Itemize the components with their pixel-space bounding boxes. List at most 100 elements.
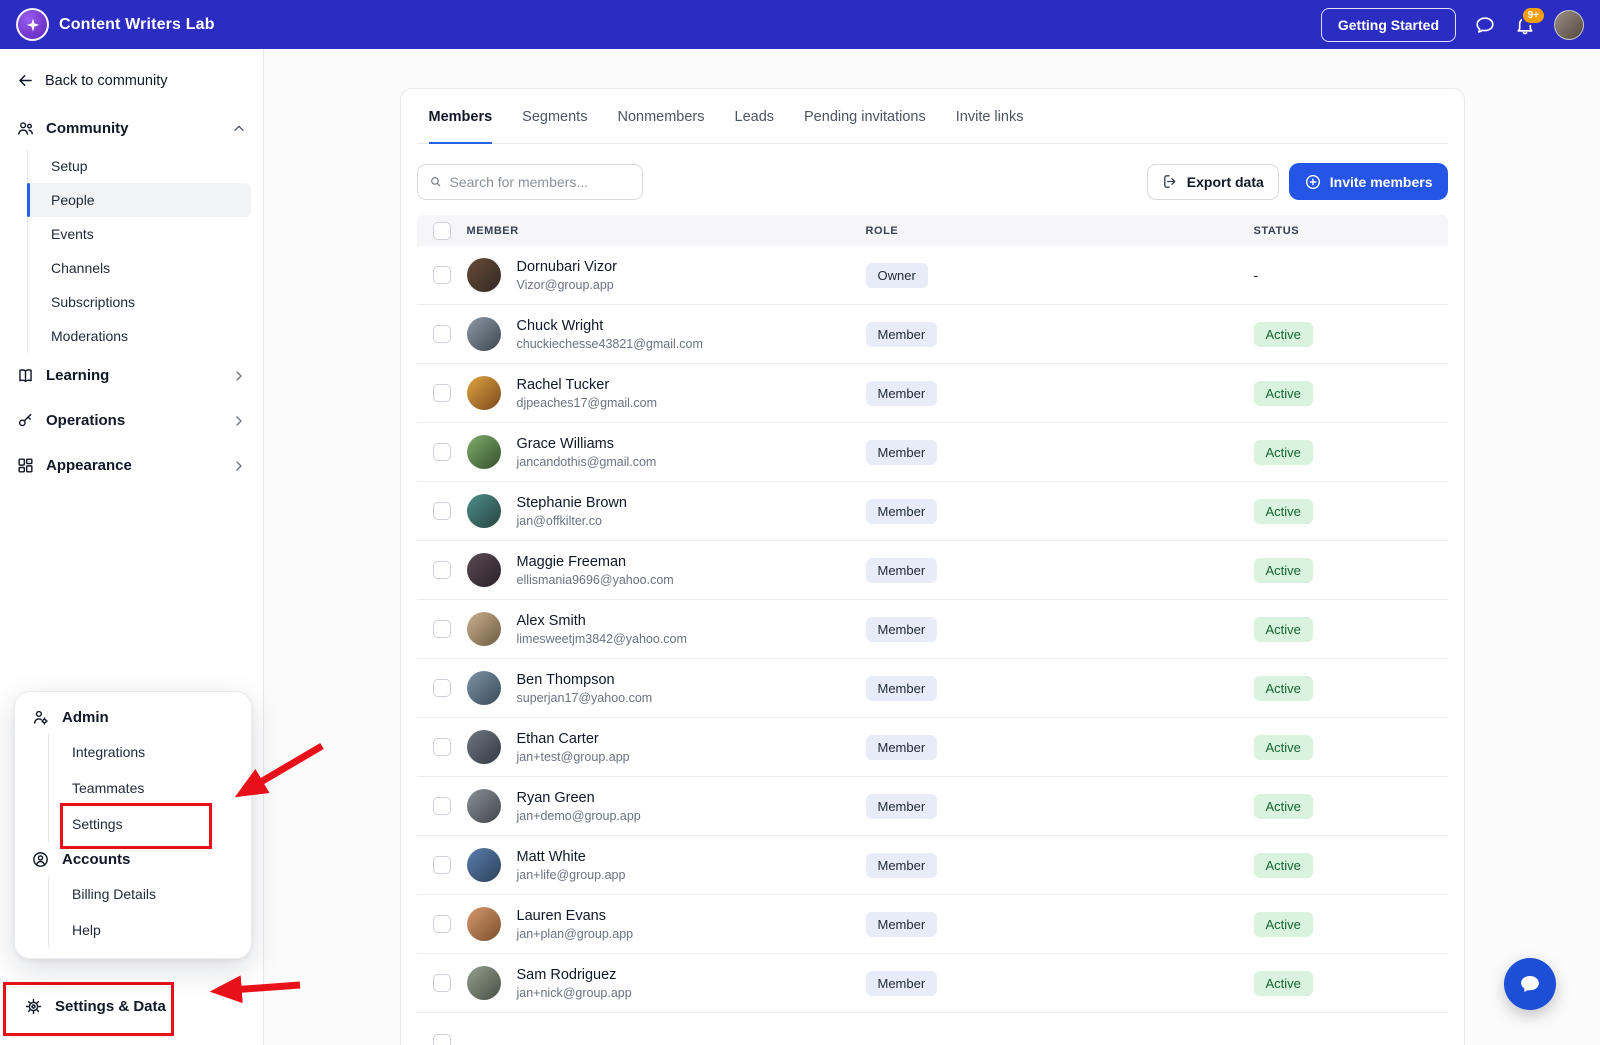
status-badge: Active bbox=[1253, 498, 1313, 524]
tab[interactable]: Segments bbox=[522, 89, 587, 144]
sidebar-section-community[interactable]: Community bbox=[0, 108, 263, 149]
row-checkbox[interactable] bbox=[432, 738, 451, 756]
export-data-button[interactable]: Export data bbox=[1146, 163, 1279, 200]
invite-members-button[interactable]: Invite members bbox=[1288, 163, 1448, 200]
admin-menu-item[interactable]: Teammates bbox=[49, 770, 251, 806]
row-checkbox[interactable] bbox=[432, 915, 451, 933]
tab[interactable]: Invite links bbox=[956, 89, 1024, 144]
role-badge: Member bbox=[865, 498, 938, 524]
chat-bubble-icon bbox=[1521, 975, 1539, 993]
row-checkbox[interactable] bbox=[432, 620, 451, 638]
getting-started-button[interactable]: Getting Started bbox=[1320, 7, 1456, 42]
table-row[interactable]: Chuck Wright chuckiechesse43821@gmail.co… bbox=[416, 305, 1448, 364]
accounts-menu-item[interactable]: Help bbox=[49, 912, 251, 948]
accounts-menu-item[interactable]: Billing Details bbox=[49, 876, 251, 912]
table-row[interactable]: Lauren Evans jan+plan@group.app Member A… bbox=[416, 895, 1448, 954]
sidebar-item[interactable]: Setup bbox=[28, 149, 251, 183]
table-row[interactable]: Ethan Carter jan+test@group.app Member A… bbox=[416, 718, 1448, 777]
sidebar-item[interactable]: Subscriptions bbox=[28, 285, 251, 319]
tab[interactable]: Pending invitations bbox=[804, 89, 926, 144]
row-checkbox[interactable] bbox=[432, 679, 451, 697]
tab[interactable]: Leads bbox=[735, 89, 775, 144]
row-checkbox[interactable] bbox=[432, 1033, 451, 1045]
settings-and-data-label: Settings & Data bbox=[55, 998, 166, 1015]
member-avatar bbox=[466, 789, 501, 823]
sidebar-group[interactable]: Appearance bbox=[0, 443, 263, 488]
back-to-community-link[interactable]: Back to community bbox=[0, 49, 263, 108]
status-badge: Active bbox=[1253, 616, 1313, 642]
table-row[interactable]: Maggie Freeman ellismania9696@yahoo.com … bbox=[416, 541, 1448, 600]
member-name: Maggie Freeman bbox=[516, 553, 627, 570]
table-row[interactable]: Rachel Tucker djpeaches17@gmail.com Memb… bbox=[416, 364, 1448, 423]
tab[interactable]: Nonmembers bbox=[617, 89, 704, 144]
row-checkbox[interactable] bbox=[432, 325, 451, 343]
member-avatar bbox=[466, 435, 501, 469]
accounts-label: Accounts bbox=[62, 850, 131, 868]
sidebar-group-label: Operations bbox=[46, 412, 126, 429]
accounts-section[interactable]: Accounts bbox=[15, 842, 251, 876]
tab-label: Leads bbox=[734, 109, 775, 125]
member-search[interactable] bbox=[416, 163, 643, 200]
row-checkbox[interactable] bbox=[432, 561, 451, 579]
table-row[interactable]: Ryan Green jan+demo@group.app Member Act… bbox=[416, 777, 1448, 836]
export-icon bbox=[1163, 175, 1176, 188]
row-checkbox[interactable] bbox=[432, 443, 451, 461]
sparkle-icon bbox=[26, 18, 39, 31]
table-row[interactable]: Stephanie Brown jan@offkilter.co Member … bbox=[416, 482, 1448, 541]
row-checkbox[interactable] bbox=[432, 974, 451, 992]
admin-menu-item[interactable]: Integrations bbox=[49, 734, 251, 770]
row-checkbox[interactable] bbox=[432, 797, 451, 815]
user-avatar[interactable] bbox=[1554, 9, 1584, 40]
accounts-menu-item-label: Help bbox=[72, 922, 101, 938]
plus-circle-icon bbox=[1305, 174, 1320, 189]
role-badge: Owner bbox=[865, 262, 928, 288]
tab-label: Nonmembers bbox=[617, 109, 705, 125]
chat-launcher-button[interactable] bbox=[1504, 958, 1556, 1010]
sidebar-item[interactable]: Channels bbox=[28, 251, 251, 285]
row-checkbox[interactable] bbox=[432, 384, 451, 402]
app-logo[interactable] bbox=[16, 8, 49, 41]
back-to-community-label: Back to community bbox=[45, 72, 168, 89]
member-avatar bbox=[466, 730, 501, 764]
table-row[interactable]: Grace Williams jancandothis@gmail.com Me… bbox=[416, 423, 1448, 482]
sidebar-item-label: Events bbox=[51, 226, 94, 242]
sidebar-group[interactable]: Operations bbox=[0, 398, 263, 443]
member-name: Matt White bbox=[516, 848, 586, 865]
table-row-partial[interactable] bbox=[417, 1013, 1448, 1045]
role-badge: Member bbox=[865, 380, 938, 406]
gear-icon bbox=[25, 998, 42, 1015]
admin-icon bbox=[33, 710, 48, 725]
settings-and-data-button[interactable]: Settings & Data bbox=[0, 982, 263, 1036]
member-name: Alex Smith bbox=[516, 612, 586, 629]
status-badge: Active bbox=[1253, 793, 1313, 819]
messages-icon[interactable] bbox=[1474, 14, 1496, 36]
member-email: jan+nick@group.app bbox=[516, 986, 632, 1001]
role-badge: Member bbox=[865, 557, 938, 583]
member-avatar bbox=[466, 671, 501, 705]
role-badge: Member bbox=[865, 793, 938, 819]
row-checkbox[interactable] bbox=[432, 266, 451, 284]
member-email: superjan17@yahoo.com bbox=[516, 691, 653, 706]
sidebar-item[interactable]: Moderations bbox=[28, 319, 251, 353]
sidebar-item[interactable]: People bbox=[27, 183, 251, 217]
member-name: Ethan Carter bbox=[516, 730, 599, 747]
table-row[interactable]: Ben Thompson superjan17@yahoo.com Member… bbox=[416, 659, 1448, 718]
sidebar-group[interactable]: Learning bbox=[0, 353, 263, 398]
admin-menu-item[interactable]: Settings bbox=[49, 803, 251, 849]
admin-items: Integrations Teammates Settings bbox=[48, 734, 251, 849]
select-all-checkbox[interactable] bbox=[432, 221, 451, 240]
search-input[interactable] bbox=[449, 173, 631, 190]
table-row[interactable]: Sam Rodriguez jan+nick@group.app Member … bbox=[416, 954, 1448, 1013]
tab[interactable]: Members bbox=[428, 89, 493, 144]
status-badge: Active bbox=[1253, 734, 1313, 760]
admin-section[interactable]: Admin bbox=[15, 700, 251, 734]
table-row[interactable]: Dornubari Vizor Vizor@group.app Owner - bbox=[416, 246, 1448, 305]
community-label: Community bbox=[46, 120, 129, 137]
row-checkbox[interactable] bbox=[432, 502, 451, 520]
sidebar-item[interactable]: Events bbox=[28, 217, 251, 251]
notifications-bell-icon[interactable]: 9+ bbox=[1514, 5, 1546, 36]
table-row[interactable]: Matt White jan+life@group.app Member Act… bbox=[416, 836, 1448, 895]
table-row[interactable]: Alex Smith limesweetjm3842@yahoo.com Mem… bbox=[416, 600, 1448, 659]
member-email: jan+life@group.app bbox=[516, 868, 626, 883]
row-checkbox[interactable] bbox=[432, 856, 451, 874]
